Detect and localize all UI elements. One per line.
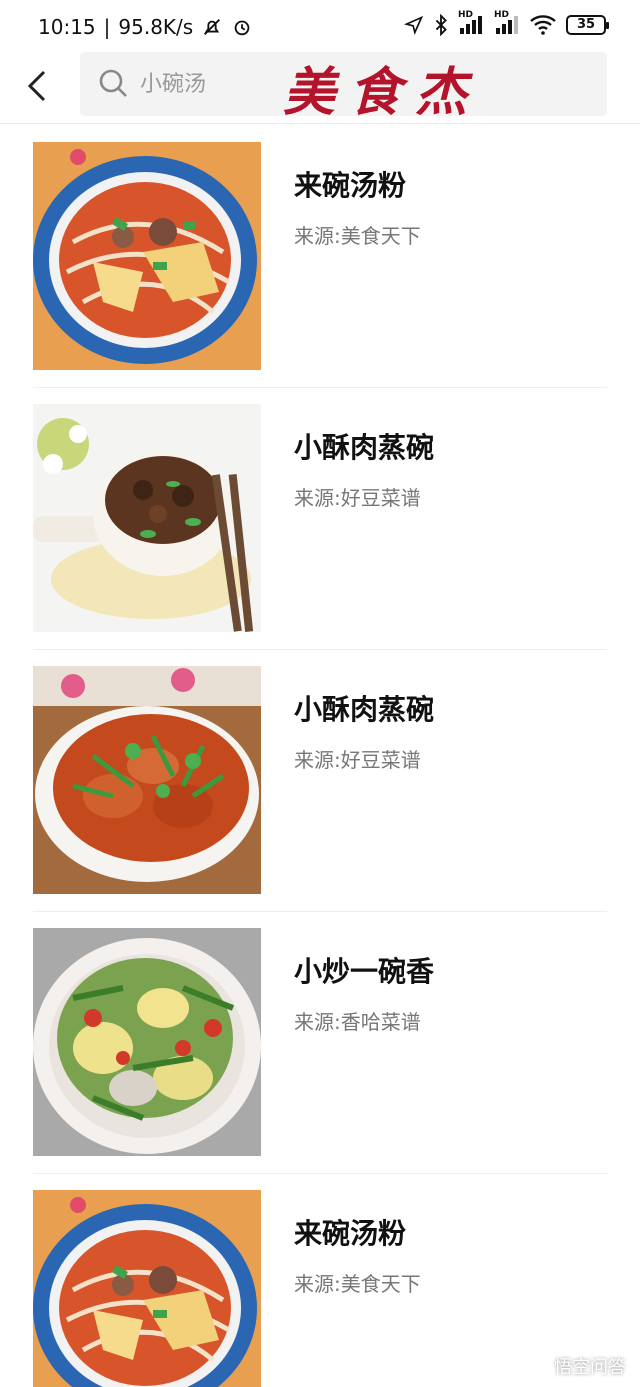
watermark-text: 悟空问答 [554, 1357, 626, 1378]
status-network-speed: 95.8K/s [118, 15, 194, 39]
recipe-item[interactable]: 小炒一碗香 来源:香哈菜谱 [0, 912, 640, 1174]
recipe-title: 来碗汤粉 [294, 1217, 407, 1250]
battery-level: 35 [576, 17, 596, 32]
wukong-logo-icon [527, 1356, 547, 1376]
recipe-source: 来源:好豆菜谱 [294, 486, 421, 510]
search-icon [99, 69, 127, 97]
recipe-source: 来源:香哈菜谱 [294, 1010, 421, 1034]
location-icon [404, 15, 424, 35]
bluetooth-icon [435, 14, 447, 36]
recipe-thumbnail [33, 142, 261, 370]
signal-icon-2: HD [494, 10, 520, 36]
recipe-source: 来源:好豆菜谱 [294, 748, 421, 772]
recipe-thumbnail [33, 928, 261, 1156]
recipe-thumbnail [33, 666, 261, 894]
recipe-results-list: 来碗汤粉 来源:美食天下 小酥肉蒸碗 来源:好豆菜谱 小酥肉蒸碗 来源:好豆菜谱… [0, 126, 640, 1387]
status-time: 10:15 [38, 15, 96, 39]
status-bar: 10:15 | 95.8K/s HD HD 35 [0, 0, 640, 56]
back-icon[interactable] [24, 66, 54, 106]
meishijie-logo: 美食杰 [283, 62, 482, 123]
recipe-title: 来碗汤粉 [294, 169, 407, 202]
alarm-icon [234, 20, 250, 36]
recipe-title: 小酥肉蒸碗 [294, 431, 435, 464]
mute-icon [204, 19, 221, 35]
recipe-thumbnail [33, 404, 261, 632]
wukong-watermark: 悟空问答 [526, 1353, 626, 1379]
recipe-item[interactable]: 小酥肉蒸碗 来源:好豆菜谱 [0, 388, 640, 650]
recipe-title: 小炒一碗香 [294, 955, 435, 988]
recipe-source: 来源:美食天下 [294, 1272, 421, 1296]
wifi-icon [530, 15, 556, 35]
recipe-item[interactable]: 来碗汤粉 来源:美食天下 [0, 126, 640, 388]
recipe-item[interactable]: 小酥肉蒸碗 来源:好豆菜谱 [0, 650, 640, 912]
recipe-source: 来源:美食天下 [294, 224, 421, 248]
battery-icon: 35 [566, 15, 609, 35]
recipe-title: 小酥肉蒸碗 [294, 693, 435, 726]
signal-icon: HD [458, 10, 484, 36]
recipe-thumbnail [33, 1190, 261, 1387]
